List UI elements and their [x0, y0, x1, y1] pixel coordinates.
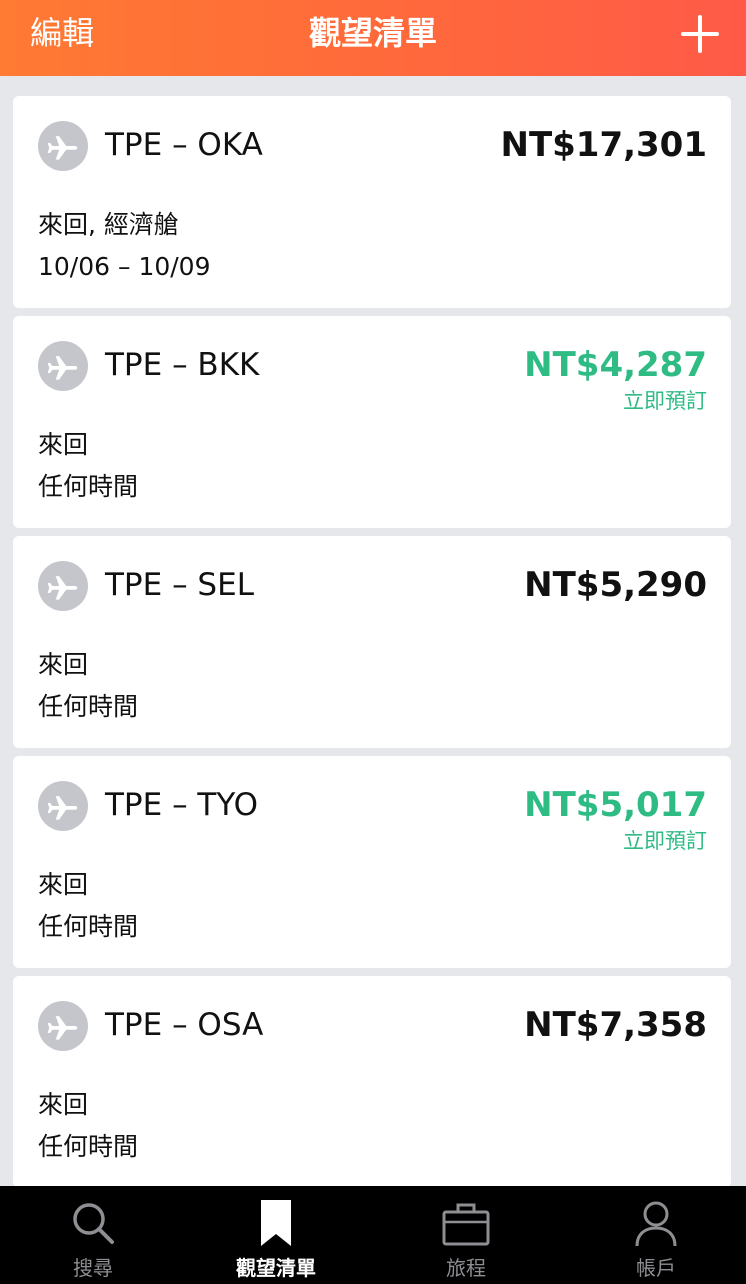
top-nav-bar: 編輯 觀望清單 — [0, 0, 746, 76]
tab-label: 觀望清單 — [236, 1256, 316, 1280]
page-title: 觀望清單 — [308, 14, 437, 52]
person-icon — [635, 1201, 677, 1247]
trip-type-label: 來回 — [38, 870, 89, 899]
plane-icon — [38, 561, 88, 611]
book-now-link[interactable]: 立即預訂 — [623, 388, 707, 414]
watchlist-item[interactable]: TPE – BKK NT$4,287 立即預訂 來回 任何時間 — [13, 316, 731, 528]
book-now-link[interactable]: 立即預訂 — [623, 828, 707, 854]
price-label: NT$5,017 — [524, 785, 707, 825]
watchlist-item[interactable]: TPE – OSA NT$7,358 來回 任何時間 — [13, 976, 731, 1186]
bookmark-icon — [261, 1200, 291, 1246]
tab-trips[interactable]: 旅程 — [373, 1186, 559, 1284]
bottom-tab-bar: 搜尋 觀望清單 旅程 帳戶 — [0, 1186, 746, 1284]
route-label: TPE – TYO — [105, 787, 259, 823]
travel-dates-label: 任何時間 — [38, 1132, 139, 1161]
trip-type-label: 來回, 經濟艙 — [38, 210, 179, 239]
watchlist: TPE – OKA NT$17,301 來回, 經濟艙 10/06 – 10/0… — [0, 76, 746, 1186]
tab-account[interactable]: 帳戶 — [563, 1186, 746, 1284]
price-label: NT$5,290 — [524, 565, 707, 605]
tab-label: 帳戶 — [636, 1256, 676, 1280]
plane-icon — [38, 341, 88, 391]
plus-icon[interactable] — [678, 12, 722, 56]
tab-search[interactable]: 搜尋 — [0, 1186, 186, 1284]
watchlist-item[interactable]: TPE – TYO NT$5,017 立即預訂 來回 任何時間 — [13, 756, 731, 968]
plane-icon — [38, 121, 88, 171]
price-label: NT$7,358 — [524, 1005, 707, 1045]
search-icon — [73, 1203, 114, 1244]
watchlist-item[interactable]: TPE – OKA NT$17,301 來回, 經濟艙 10/06 – 10/0… — [13, 96, 731, 308]
route-label: TPE – BKK — [105, 347, 260, 383]
tab-watchlist[interactable]: 觀望清單 — [183, 1186, 369, 1284]
price-label: NT$17,301 — [500, 125, 707, 165]
briefcase-icon — [442, 1203, 490, 1246]
tab-label: 搜尋 — [73, 1256, 113, 1280]
price-label: NT$4,287 — [524, 345, 707, 385]
route-label: TPE – OKA — [105, 127, 263, 163]
route-label: TPE – OSA — [105, 1007, 264, 1043]
trip-type-label: 來回 — [38, 1090, 89, 1119]
travel-dates-label: 任何時間 — [38, 692, 139, 721]
travel-dates-label: 10/06 – 10/09 — [38, 252, 211, 281]
tab-label: 旅程 — [446, 1256, 486, 1280]
watchlist-item[interactable]: TPE – SEL NT$5,290 來回 任何時間 — [13, 536, 731, 748]
plane-icon — [38, 781, 88, 831]
plane-icon — [38, 1001, 88, 1051]
travel-dates-label: 任何時間 — [38, 472, 139, 501]
trip-type-label: 來回 — [38, 430, 89, 459]
route-label: TPE – SEL — [105, 567, 254, 603]
trip-type-label: 來回 — [38, 650, 89, 679]
travel-dates-label: 任何時間 — [38, 912, 139, 941]
